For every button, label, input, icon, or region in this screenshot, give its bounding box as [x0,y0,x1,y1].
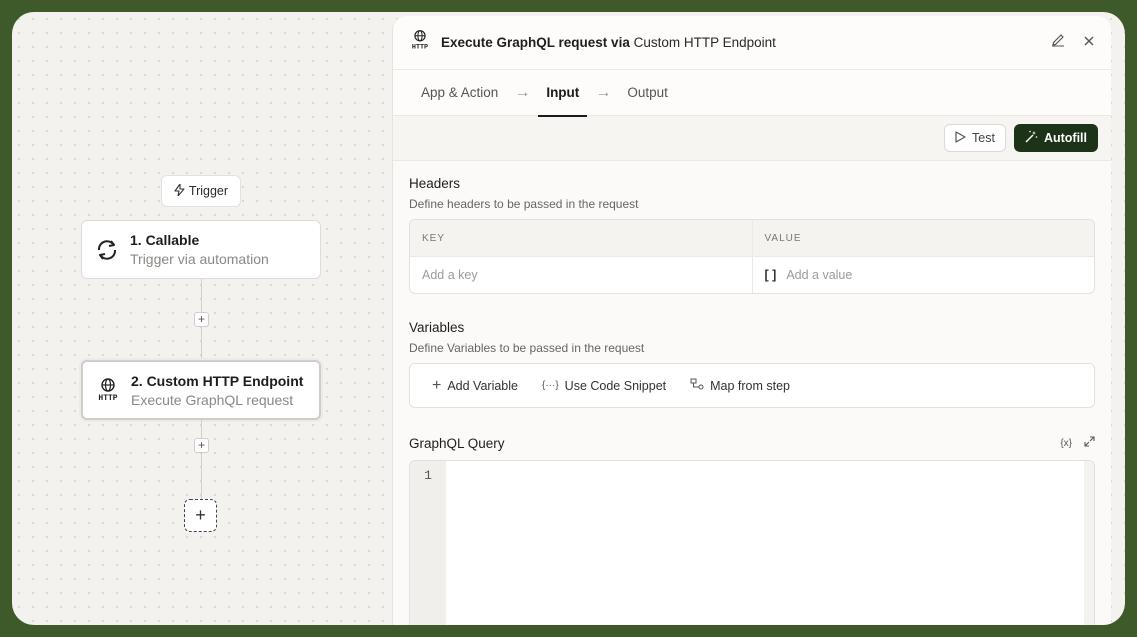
step-node-http[interactable]: HTTP 2. Custom HTTP Endpoint Execute Gra… [81,360,321,420]
magic-wand-icon [1025,130,1038,146]
node-title: 2. Custom HTTP Endpoint [131,372,304,389]
step-config-panel: HTTP Execute GraphQL request via Custom … [392,16,1111,625]
trigger-chip[interactable]: Trigger [161,175,241,207]
code-editor-area[interactable] [446,461,1094,625]
trigger-chip-label: Trigger [188,184,229,198]
test-button-label: Test [972,131,995,145]
tab-app-action[interactable]: App & Action [413,70,506,116]
http-icon: HTTP [409,29,431,56]
autofill-button-label: Autofill [1043,131,1087,145]
http-icon: HTTP [95,377,121,403]
lightning-icon [174,182,185,199]
node-subtitle: Trigger via automation [130,251,269,267]
workflow-canvas[interactable]: Trigger 1. Callable Trigger via automati… [12,12,392,625]
add-final-step-button[interactable]: + [184,499,217,532]
headers-table-row: Add a key [ ] Add a value [410,257,1094,293]
panel-title: Execute GraphQL request via Custom HTTP … [441,35,776,50]
plus-icon: + [432,376,442,394]
header-key-input[interactable]: Add a key [410,257,752,293]
add-variable-label: Add Variable [447,378,518,393]
code-snippet-icon: {···} [542,380,559,391]
edit-icon[interactable] [1051,33,1065,52]
panel-title-main: Execute GraphQL request via [441,35,634,50]
node-title: 1. Callable [130,232,200,248]
tab-input[interactable]: Input [538,70,588,117]
header-value-placeholder: Add a value [786,268,853,282]
node-subtitle: Execute GraphQL request [131,391,294,408]
variables-title: Variables [409,320,465,335]
headers-table-head: KEY VALUE [410,220,1094,257]
close-icon[interactable] [1083,34,1095,52]
refresh-icon [94,237,120,263]
use-code-snippet-button[interactable]: {···} Use Code Snippet [542,379,666,393]
panel-header: HTTP Execute GraphQL request via Custom … [393,16,1111,70]
add-step-button[interactable]: + [194,438,209,453]
variables-section: Variables Define Variables to be passed … [393,320,1111,408]
headers-title: Headers [409,176,461,191]
tab-output[interactable]: Output [619,70,676,116]
line-number: 1 [424,468,432,483]
graphql-editor[interactable]: 1 [409,460,1095,625]
header-value-input[interactable]: [ ] Add a value [751,257,1095,293]
panel-toolbar: Test Autofill [393,116,1111,161]
connector-line [201,420,202,499]
step-tabs: App & Action → Input → Output [393,70,1111,117]
arrow-right-icon: → [595,83,612,101]
column-key: KEY [422,232,446,244]
graphql-query-title: GraphQL Query [409,435,505,451]
add-variable-button[interactable]: + Add Variable [432,377,518,395]
autofill-button[interactable]: Autofill [1013,124,1098,152]
variables-actions: + Add Variable {···} Use Code Snippet Ma… [409,363,1095,408]
variables-description: Define Variables to be passed in the req… [409,341,645,355]
headers-table: KEY VALUE Add a key [ ] Add a value [409,219,1095,294]
variable-insert-icon[interactable]: {x} [1060,438,1072,449]
map-from-step-label: Map from step [710,378,791,393]
http-badge-text: HTTP [98,394,117,402]
app-frame: Trigger 1. Callable Trigger via automati… [12,12,1125,625]
brackets-icon: [ ] [764,268,777,282]
use-code-snippet-label: Use Code Snippet [564,378,667,393]
map-icon [690,378,704,393]
map-from-step-button[interactable]: Map from step [690,378,790,393]
headers-description: Define headers to be passed in the reque… [409,197,639,211]
expand-icon[interactable] [1084,434,1095,452]
add-step-button[interactable]: + [194,312,209,327]
play-icon [955,130,966,146]
headers-section: Headers Define headers to be passed in t… [393,176,1111,294]
arrow-right-icon: → [514,83,531,101]
test-button[interactable]: Test [944,124,1006,152]
step-node-callable[interactable]: 1. Callable Trigger via automation [81,220,321,279]
column-value: VALUE [751,220,1095,256]
graphql-query-section: GraphQL Query {x} 1 [393,434,1111,625]
http-badge-text: HTTP [412,43,428,51]
panel-title-app: Custom HTTP Endpoint [633,35,776,50]
line-gutter: 1 [410,461,446,625]
